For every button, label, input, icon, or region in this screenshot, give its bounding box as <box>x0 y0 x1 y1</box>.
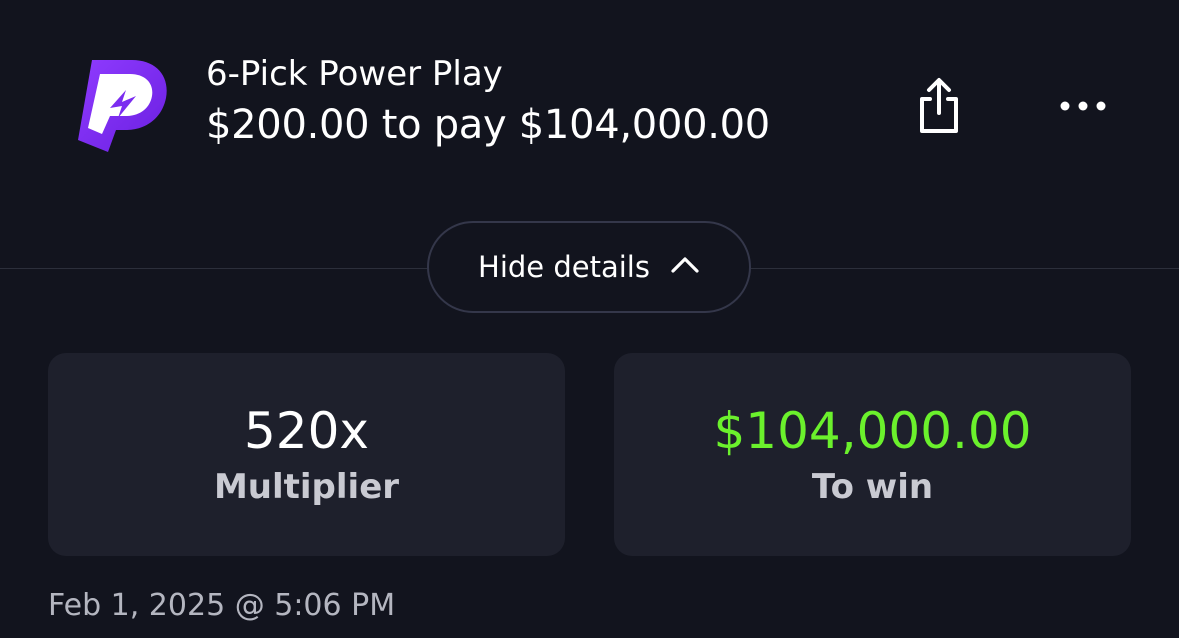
multiplier-card: 520x Multiplier <box>48 353 565 556</box>
header-text: 6-Pick Power Play $200.00 to pay $104,00… <box>206 52 770 154</box>
hide-details-label: Hide details <box>478 250 650 284</box>
multiplier-value: 520x <box>243 401 370 460</box>
hide-details-button[interactable]: Hide details <box>427 221 751 313</box>
to-win-card: $104,000.00 To win <box>614 353 1131 556</box>
share-button[interactable] <box>908 74 970 140</box>
to-win-value: $104,000.00 <box>713 401 1032 460</box>
chevron-up-icon <box>670 256 700 278</box>
share-icon <box>914 75 964 139</box>
multiplier-label: Multiplier <box>213 466 400 507</box>
more-options-icon <box>1058 97 1108 116</box>
entry-timestamp: Feb 1, 2025 @ 5:06 PM <box>48 588 396 623</box>
bet-details-page: 6-Pick Power Play $200.00 to pay $104,00… <box>0 0 1179 638</box>
more-options-button[interactable] <box>1052 84 1114 128</box>
entry-payout-summary: $200.00 to pay $104,000.00 <box>206 102 770 148</box>
to-win-label: To win <box>811 466 934 507</box>
prizepicks-logo-icon <box>70 56 170 156</box>
entry-title: 6-Pick Power Play <box>206 54 503 94</box>
